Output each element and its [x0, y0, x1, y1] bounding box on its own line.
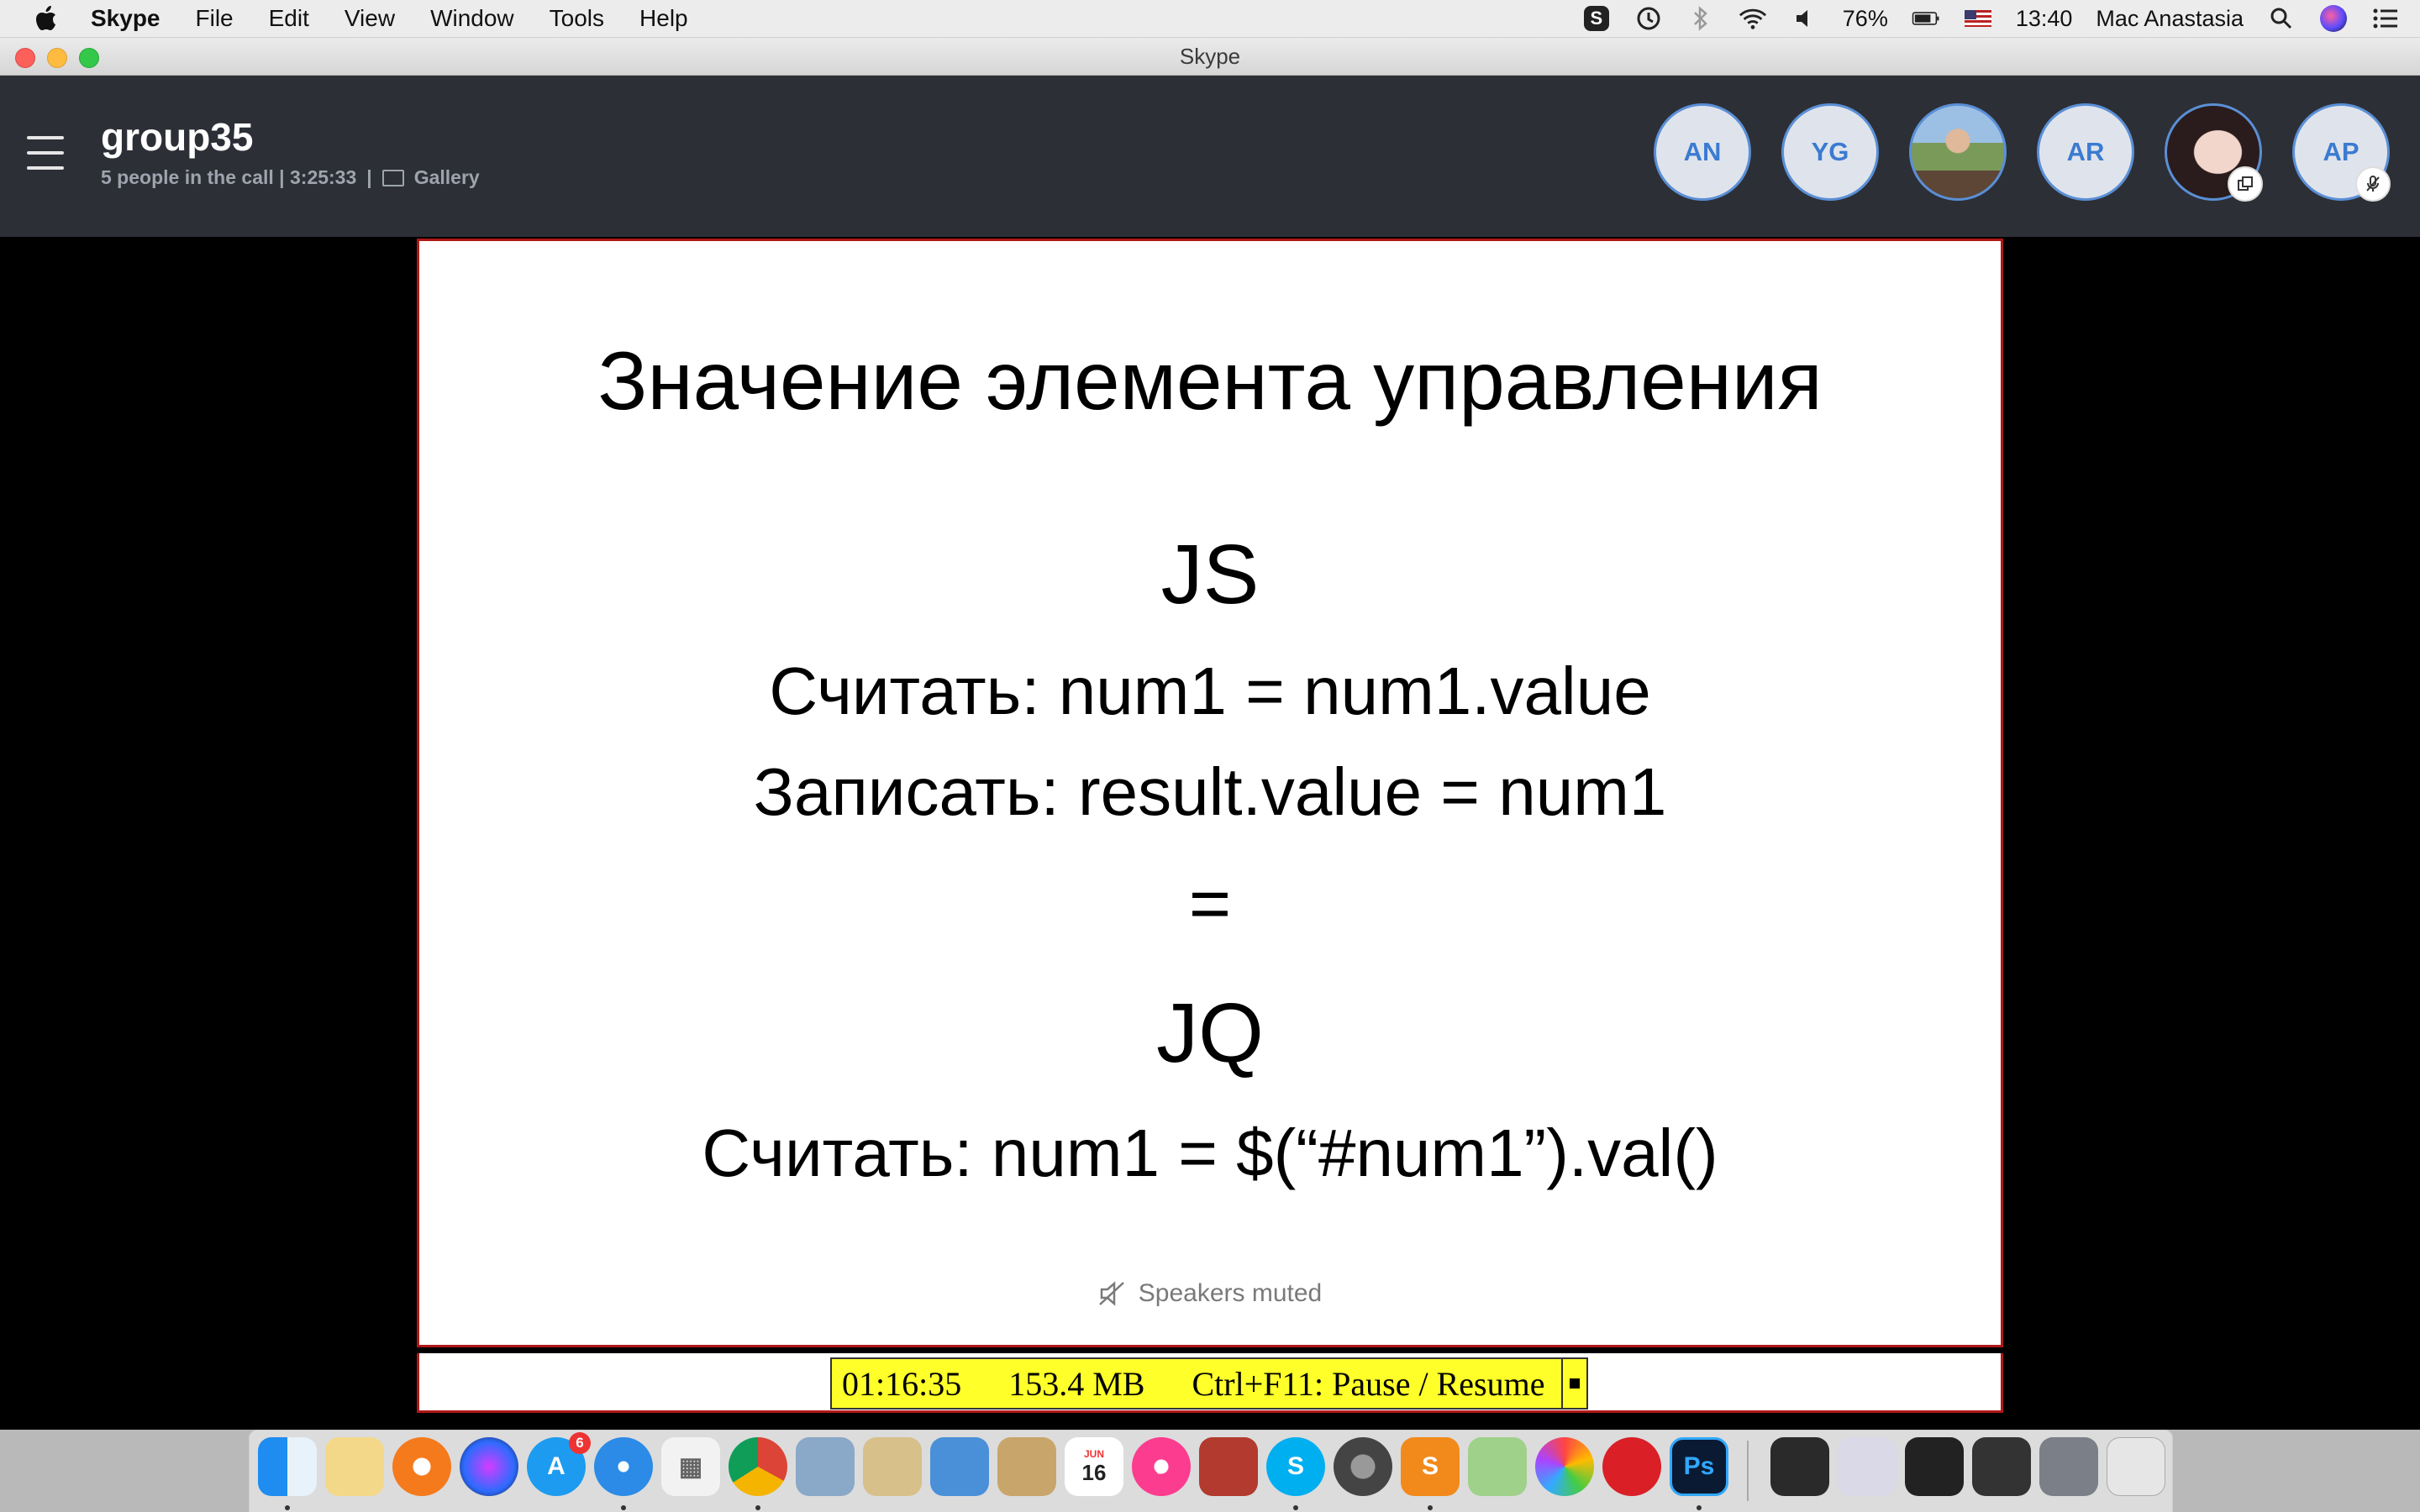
- participant-avatar-ap[interactable]: AP: [2292, 103, 2391, 202]
- minimized-window-1[interactable]: [1770, 1437, 1829, 1496]
- recorder-hotkey: Ctrl+F11: Pause / Resume: [1192, 1364, 1545, 1403]
- siri-dock-icon[interactable]: [460, 1437, 518, 1496]
- speakers-muted-label: Speakers muted: [1138, 1279, 1323, 1307]
- app-store-icon[interactable]: A6: [527, 1432, 591, 1496]
- speakers-muted-notice: Speakers muted: [419, 1279, 2001, 1308]
- menu-help[interactable]: Help: [639, 5, 688, 32]
- shared-screen-area: Значение элемента управления JS Считать:…: [0, 237, 2420, 1430]
- view-mode-label[interactable]: Gallery: [414, 166, 480, 189]
- creative-cloud-icon[interactable]: [1602, 1437, 1661, 1496]
- call-info: 5 people in the call | 3:25:33 | Gallery: [101, 166, 480, 189]
- chrome-icon[interactable]: [729, 1437, 787, 1496]
- slide-js-write: Записать: result.value = num1: [753, 754, 1667, 829]
- call-header: group35 5 people in the call | 3:25:33 |…: [0, 76, 2420, 237]
- presentation-slide: Значение элемента управления JS Считать:…: [417, 239, 2003, 1347]
- speaker-muted-icon: [1098, 1281, 1124, 1306]
- notification-center-icon[interactable]: [2371, 6, 2400, 31]
- photo-booth-icon[interactable]: [1199, 1437, 1258, 1496]
- menu-view[interactable]: View: [345, 5, 395, 32]
- mail-icon[interactable]: [930, 1437, 989, 1496]
- time-machine-icon[interactable]: [1634, 6, 1663, 31]
- calendar-day: 16: [1081, 1459, 1107, 1485]
- volume-icon[interactable]: [1791, 6, 1819, 31]
- divider-line: [417, 1347, 2003, 1353]
- participant-avatar-photo[interactable]: [1909, 103, 2007, 201]
- safari-icon[interactable]: [594, 1437, 653, 1496]
- participant-initials-ap: AP: [2323, 137, 2360, 166]
- system-preferences-icon[interactable]: [1334, 1437, 1392, 1496]
- window-title: Skype: [1179, 44, 1241, 69]
- people-in-call: 5 people in the call | 3:25:33: [101, 166, 357, 188]
- menu-window[interactable]: Window: [430, 5, 514, 32]
- app-store-badge: 6: [569, 1432, 591, 1454]
- gallery-icon[interactable]: [381, 169, 404, 186]
- slide-equals: =: [1188, 864, 1232, 944]
- menu-bar: Skype File Edit View Window Tools Help S…: [0, 0, 2420, 38]
- siri-icon[interactable]: [2319, 5, 2348, 32]
- calendar-icon[interactable]: JUN 16: [1065, 1437, 1123, 1496]
- menu-tools[interactable]: Tools: [550, 5, 604, 32]
- slide-title: Значение элемента управления: [597, 334, 1823, 427]
- spotlight-search-icon[interactable]: [2267, 6, 2296, 31]
- preview-image-icon[interactable]: [796, 1437, 855, 1496]
- minimized-window-5[interactable]: [2039, 1437, 2098, 1496]
- participant-avatar-ar[interactable]: AR: [2037, 103, 2134, 201]
- slide-jq-heading: JQ: [1156, 986, 1264, 1080]
- contacts-icon[interactable]: [997, 1437, 1056, 1496]
- trash-icon[interactable]: [2107, 1437, 2165, 1496]
- maps-icon[interactable]: [1468, 1437, 1527, 1496]
- calendar-month: JUN: [1083, 1447, 1104, 1460]
- launchpad-icon[interactable]: ▦: [661, 1437, 720, 1496]
- minimized-window-3[interactable]: [1905, 1437, 1964, 1496]
- slide-js-read: Считать: num1 = num1.value: [769, 654, 1651, 728]
- itunes-icon[interactable]: ♪: [1132, 1437, 1191, 1496]
- archive-icon[interactable]: [863, 1437, 922, 1496]
- menu-edit[interactable]: Edit: [269, 5, 309, 32]
- window-titlebar[interactable]: Skype: [0, 38, 2420, 76]
- input-source-flag-icon[interactable]: [1964, 6, 1992, 31]
- screen-recorder-bar[interactable]: 01:16:35 153.4 MB Ctrl+F11: Pause / Resu…: [830, 1357, 1588, 1410]
- menu-app-name[interactable]: Skype: [91, 5, 160, 32]
- minimized-window-4[interactable]: [1972, 1437, 2031, 1496]
- participant-avatar-photo-2[interactable]: [2165, 103, 2263, 202]
- menu-file[interactable]: File: [196, 5, 234, 32]
- preview-icon[interactable]: [325, 1437, 384, 1496]
- bluetooth-icon[interactable]: [1686, 6, 1715, 31]
- photoshop-icon[interactable]: Ps: [1670, 1437, 1728, 1496]
- minimized-window-2[interactable]: [1838, 1437, 1897, 1496]
- recorder-stop-button[interactable]: [1561, 1359, 1586, 1408]
- hamburger-menu-icon[interactable]: [27, 136, 64, 170]
- finder-icon[interactable]: [258, 1437, 317, 1496]
- recorder-size: 153.4 MB: [1008, 1364, 1145, 1403]
- slide-js-heading: JS: [1160, 528, 1260, 622]
- recorder-elapsed: 01:16:35: [842, 1364, 962, 1403]
- launcher-icon[interactable]: [392, 1437, 451, 1496]
- clock[interactable]: 13:40: [2016, 6, 2073, 32]
- photos-icon[interactable]: [1535, 1437, 1594, 1496]
- skype-dock-icon[interactable]: S: [1266, 1437, 1325, 1496]
- user-name[interactable]: Mac Anastasia: [2096, 6, 2244, 32]
- group-name[interactable]: group35: [101, 114, 253, 160]
- mic-muted-icon: [2355, 166, 2391, 202]
- slide-jq-read: Считать: num1 = $(“#num1”).val(): [702, 1116, 1718, 1190]
- status-area: S 76% 13:40 Mac Anastasia: [1582, 0, 2400, 37]
- participant-avatar-an[interactable]: AN: [1654, 103, 1751, 201]
- apple-icon[interactable]: [34, 4, 59, 33]
- wifi-icon[interactable]: [1739, 6, 1767, 31]
- skype-status-icon[interactable]: S: [1582, 6, 1611, 31]
- participant-avatar-yg[interactable]: YG: [1781, 103, 1879, 201]
- dock-separator: [1747, 1441, 1749, 1501]
- screen-share-icon: [2228, 166, 2263, 202]
- battery-percent: 76%: [1842, 5, 1888, 31]
- info-separator: |: [366, 166, 372, 188]
- battery-icon[interactable]: [1912, 6, 1940, 31]
- dock: A6 ▦ JUN 16 ♪ S S Ps: [249, 1430, 2173, 1512]
- sublime-text-icon[interactable]: S: [1401, 1437, 1460, 1496]
